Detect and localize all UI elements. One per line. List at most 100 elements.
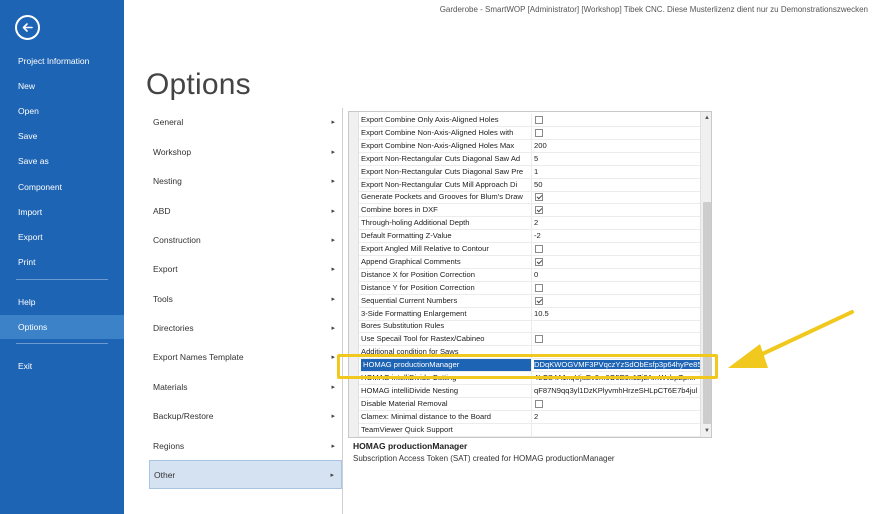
category-nesting[interactable]: Nesting ▸ (149, 167, 342, 196)
checkbox-checked[interactable] (535, 193, 543, 202)
sidebar-item-component[interactable]: Component (0, 175, 124, 199)
property-value-cell[interactable] (531, 281, 700, 294)
category-abd[interactable]: ABD ▸ (149, 197, 342, 226)
category-label: ABD (153, 206, 171, 216)
property-name: Export Angled Mill Relative to Contour (361, 244, 489, 253)
property-value-cell[interactable]: 10.5 (531, 307, 700, 320)
property-value-cell[interactable] (531, 204, 700, 217)
property-value-cell[interactable] (531, 191, 700, 204)
sidebar-item-exit[interactable]: Exit (0, 354, 124, 378)
property-row[interactable]: Export Non-Rectangular Cuts Diagonal Saw… (359, 152, 700, 166)
property-value-cell[interactable]: 2 (531, 410, 700, 423)
category-directories[interactable]: Directories ▸ (149, 314, 342, 343)
sidebar-item-save-as[interactable]: Save as (0, 149, 124, 173)
property-row[interactable]: HOMAG intelliDivide Nesting qF87N9qq3yl1D… (359, 384, 700, 398)
sidebar-item-print[interactable]: Print (0, 250, 124, 274)
sidebar-item-new[interactable]: New (0, 74, 124, 98)
property-value-cell[interactable] (531, 114, 700, 126)
property-value-cell[interactable] (531, 397, 700, 410)
property-row[interactable]: HOMAG productionManager DDqKWOGVMF3PVqczY… (359, 359, 700, 373)
checkbox-unchecked[interactable] (535, 283, 543, 292)
property-row[interactable]: Distance Y for Position Correction (359, 281, 700, 295)
property-row[interactable]: Export Angled Mill Relative to Contour (359, 243, 700, 256)
chevron-right-icon: ▸ (331, 296, 335, 303)
property-row[interactable]: Use Specail Tool for Rastex/Cabineo (359, 333, 700, 347)
property-row[interactable]: Sequential Current Numbers (359, 294, 700, 308)
property-value-cell[interactable]: 4LCS4A1xqUjuEv0m6O5E9x1Zj2AmWvbpZpnx (531, 372, 700, 384)
checkbox-checked[interactable] (535, 257, 543, 266)
category-export-names-template[interactable]: Export Names Template ▸ (149, 343, 342, 372)
property-value-cell[interactable] (531, 294, 700, 307)
back-arrow-icon (22, 23, 33, 32)
property-value: 10.5 (534, 308, 549, 318)
property-value-cell[interactable]: 5 (531, 152, 700, 165)
property-row[interactable]: Export Non-Rectangular Cuts Diagonal Saw… (359, 165, 700, 179)
property-value-cell[interactable] (531, 243, 700, 255)
category-general[interactable]: General ▸ (149, 108, 342, 137)
checkbox-unchecked[interactable] (535, 245, 543, 253)
property-row[interactable]: Default Formatting Z-Value -2 (359, 230, 700, 244)
sidebar-item-options[interactable]: Options (0, 315, 124, 339)
sidebar-item-open[interactable]: Open (0, 99, 124, 123)
checkbox-unchecked[interactable] (535, 116, 543, 124)
checkbox-checked[interactable] (535, 296, 543, 305)
property-value-cell[interactable]: 0 (531, 268, 700, 281)
property-value-cell[interactable]: qF87N9qq3yl1DzKPlyvmhHrzeSHLpCT6E7b4jul (531, 384, 700, 397)
category-other[interactable]: Other ▸ (149, 460, 342, 489)
property-row[interactable]: Through-holing Additional Depth 2 (359, 217, 700, 231)
checkbox-checked[interactable] (535, 206, 543, 215)
scroll-up-icon[interactable]: ▲ (701, 112, 711, 124)
property-row[interactable]: Export Combine Only Axis-Aligned Holes (359, 114, 700, 127)
checkbox-unchecked[interactable] (535, 335, 543, 344)
checkbox-unchecked[interactable] (535, 399, 543, 408)
property-row[interactable]: HOMAG intelliDivide Cutting 4LCS4A1xqUjuE… (359, 372, 700, 385)
property-value-cell[interactable] (531, 423, 700, 436)
property-value-cell[interactable]: -2 (531, 230, 700, 243)
property-name: HOMAG intelliDivide Nesting (361, 385, 459, 395)
category-export[interactable]: Export ▸ (149, 255, 342, 284)
property-value-cell[interactable] (531, 333, 700, 346)
property-row[interactable]: Generate Pockets and Grooves for Blum's … (359, 191, 700, 205)
scroll-down-icon[interactable]: ▼ (701, 425, 711, 437)
sidebar-item-save[interactable]: Save (0, 124, 124, 148)
backstage-sidebar: Project Information New Open Save Save a… (0, 0, 124, 514)
vertical-scrollbar[interactable]: ▲ ▼ (700, 112, 711, 437)
back-button[interactable] (15, 15, 40, 40)
property-row[interactable]: Clamex: Minimal distance to the Board 2 (359, 410, 700, 424)
category-label: General (153, 117, 184, 127)
property-row[interactable]: Distance X for Position Correction 0 (359, 268, 700, 282)
property-value-cell[interactable] (531, 346, 700, 359)
checkbox-unchecked[interactable] (535, 128, 543, 137)
property-row[interactable]: TeamViewer Quick Support (359, 423, 700, 437)
sidebar-item-import[interactable]: Import (0, 200, 124, 224)
property-value-cell[interactable] (531, 320, 700, 333)
property-row[interactable]: Export Combine Non-Axis-Aligned Holes wi… (359, 126, 700, 140)
category-regions[interactable]: Regions ▸ (149, 432, 342, 461)
property-value-cell[interactable]: 2 (531, 217, 700, 230)
property-row[interactable]: Export Combine Non-Axis-Aligned Holes Ma… (359, 139, 700, 153)
property-value-cell[interactable]: 200 (531, 139, 700, 152)
property-value-cell[interactable]: DDqKWOGVMF3PVqczYzSdObEsfp3p64hyPe85 (531, 359, 700, 372)
category-materials[interactable]: Materials ▸ (149, 373, 342, 402)
scroll-thumb[interactable] (703, 202, 711, 424)
sidebar-item-export[interactable]: Export (0, 225, 124, 249)
property-value-cell[interactable]: 1 (531, 165, 700, 178)
property-row[interactable]: Append Graphical Comments (359, 255, 700, 269)
property-value-cell[interactable] (531, 255, 700, 268)
property-value-cell[interactable] (531, 126, 700, 139)
category-tools[interactable]: Tools ▸ (149, 285, 342, 314)
category-backup-restore[interactable]: Backup/Restore ▸ (149, 402, 342, 431)
property-description-text: Subscription Access Token (SAT) created … (353, 454, 615, 463)
property-row[interactable]: Export Non-Rectangular Cuts Mill Approac… (359, 178, 700, 192)
chevron-right-icon: ▸ (331, 384, 335, 391)
property-row[interactable]: Disable Material Removal (359, 397, 700, 411)
sidebar-item-help[interactable]: Help (0, 290, 124, 314)
category-workshop[interactable]: Workshop ▸ (149, 138, 342, 167)
property-row[interactable]: Additional condition for Saws (359, 346, 700, 360)
property-row[interactable]: 3-Side Formatting Enlargement 10.5 (359, 307, 700, 321)
category-construction[interactable]: Construction ▸ (149, 226, 342, 255)
property-value-cell[interactable]: 50 (531, 178, 700, 191)
property-row[interactable]: Bores Substitution Rules (359, 320, 700, 334)
sidebar-item-project-information[interactable]: Project Information (0, 49, 124, 73)
property-row[interactable]: Combine bores in DXF (359, 204, 700, 218)
